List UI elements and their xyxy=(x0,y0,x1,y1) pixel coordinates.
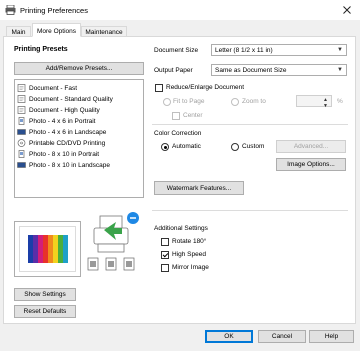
photo-portrait-icon xyxy=(18,117,25,125)
color-bars-image xyxy=(28,235,68,263)
center-label: Center xyxy=(183,112,203,119)
preset-label: Document - Standard Quality xyxy=(29,95,113,103)
chevron-down-icon: ▼ xyxy=(337,67,343,73)
reset-defaults-button[interactable]: Reset Defaults xyxy=(14,305,76,318)
page-illustration xyxy=(19,226,76,272)
add-remove-presets-button[interactable]: Add/Remove Presets... xyxy=(14,62,144,75)
document-size-label: Document Size xyxy=(154,47,199,54)
divider xyxy=(152,124,348,125)
photo-landscape-icon xyxy=(17,129,26,135)
tab-more-options[interactable]: More Options xyxy=(32,23,81,37)
preset-item[interactable]: Document - Standard Quality xyxy=(17,94,113,104)
cd-icon xyxy=(17,139,26,147)
photo-portrait-icon xyxy=(18,150,25,158)
custom-label: Custom xyxy=(242,143,265,150)
image-options-button[interactable]: Image Options... xyxy=(276,158,346,171)
center-checkbox[interactable] xyxy=(172,112,180,120)
preset-item[interactable]: Document - Fast xyxy=(17,83,77,93)
custom-radio[interactable] xyxy=(231,143,239,151)
help-button[interactable]: Help xyxy=(309,330,354,343)
color-correction-heading: Color Correction xyxy=(154,130,202,137)
additional-settings-heading: Additional Settings xyxy=(154,225,208,232)
printer-icon xyxy=(5,5,16,15)
cancel-button[interactable]: Cancel xyxy=(258,330,306,343)
watermark-features-button[interactable]: Watermark Features... xyxy=(154,181,244,195)
output-paper-select[interactable]: Same as Document Size ▼ xyxy=(211,64,347,76)
zoom-percent-input[interactable]: ▲ ▼ xyxy=(296,95,332,109)
automatic-label: Automatic xyxy=(172,143,201,150)
document-size-select[interactable]: Letter (8 1/2 x 11 in) ▼ xyxy=(211,44,347,56)
preset-item[interactable]: Photo - 4 x 6 in Portrait xyxy=(17,116,95,126)
output-paper-label: Output Paper xyxy=(154,67,193,74)
ok-button[interactable]: OK xyxy=(205,330,253,343)
presets-list[interactable]: Document - Fast Document - Standard Qual… xyxy=(14,79,144,198)
mirror-image-checkbox[interactable] xyxy=(161,264,169,272)
document-size-value: Letter (8 1/2 x 11 in) xyxy=(215,46,273,54)
divider xyxy=(152,210,348,211)
preset-item[interactable]: Document - High Quality xyxy=(17,105,100,115)
output-paper-value: Same as Document Size xyxy=(215,66,287,74)
printer-illustration xyxy=(87,212,139,271)
title-bar: Printing Preferences xyxy=(0,0,360,20)
printing-presets-heading: Printing Presets xyxy=(14,46,68,53)
tab-strip: Main More Options Maintenance xyxy=(0,23,360,37)
preset-label: Photo - 8 x 10 in Portrait xyxy=(29,150,100,158)
document-icon xyxy=(17,84,26,92)
preset-label: Document - Fast xyxy=(29,84,78,92)
document-icon xyxy=(17,106,26,114)
preset-label: Photo - 8 x 10 in Landscape xyxy=(29,161,110,169)
document-icon xyxy=(17,95,26,103)
preset-label: Printable CD/DVD Printing xyxy=(29,139,106,147)
show-settings-button[interactable]: Show Settings xyxy=(14,288,76,301)
zoom-to-radio[interactable] xyxy=(231,98,239,106)
reduce-enlarge-label: Reduce/Enlarge Document xyxy=(166,84,245,91)
spinner-icon[interactable]: ▲ ▼ xyxy=(323,97,328,109)
preset-label: Document - High Quality xyxy=(29,106,100,114)
high-speed-checkbox[interactable] xyxy=(161,251,169,259)
rotate-180-label: Rotate 180° xyxy=(172,238,207,245)
window-title: Printing Preferences xyxy=(20,6,88,15)
rotate-180-checkbox[interactable] xyxy=(161,238,169,246)
mirror-image-label: Mirror Image xyxy=(172,264,209,271)
close-icon[interactable] xyxy=(340,3,354,17)
preset-item[interactable]: Photo - 4 x 6 in Landscape xyxy=(17,127,106,137)
automatic-radio[interactable] xyxy=(161,143,169,151)
preset-item[interactable]: Photo - 8 x 10 in Portrait xyxy=(17,149,99,159)
preset-label: Photo - 4 x 6 in Portrait xyxy=(29,117,96,125)
advanced-button[interactable]: Advanced... xyxy=(276,140,346,153)
reduce-enlarge-checkbox[interactable] xyxy=(155,84,163,92)
high-speed-label: High Speed xyxy=(172,251,206,258)
fit-to-page-radio[interactable] xyxy=(163,98,171,106)
zoom-to-label: Zoom to xyxy=(242,98,266,105)
fit-to-page-label: Fit to Page xyxy=(173,98,205,105)
preset-item[interactable]: Printable CD/DVD Printing xyxy=(17,138,105,148)
percent-label: % xyxy=(337,98,343,105)
photo-landscape-icon xyxy=(17,162,26,168)
page-preview xyxy=(14,221,81,277)
preset-item[interactable]: Photo - 8 x 10 in Landscape xyxy=(17,160,110,170)
chevron-down-icon: ▼ xyxy=(337,47,343,53)
preset-label: Photo - 4 x 6 in Landscape xyxy=(29,128,107,136)
